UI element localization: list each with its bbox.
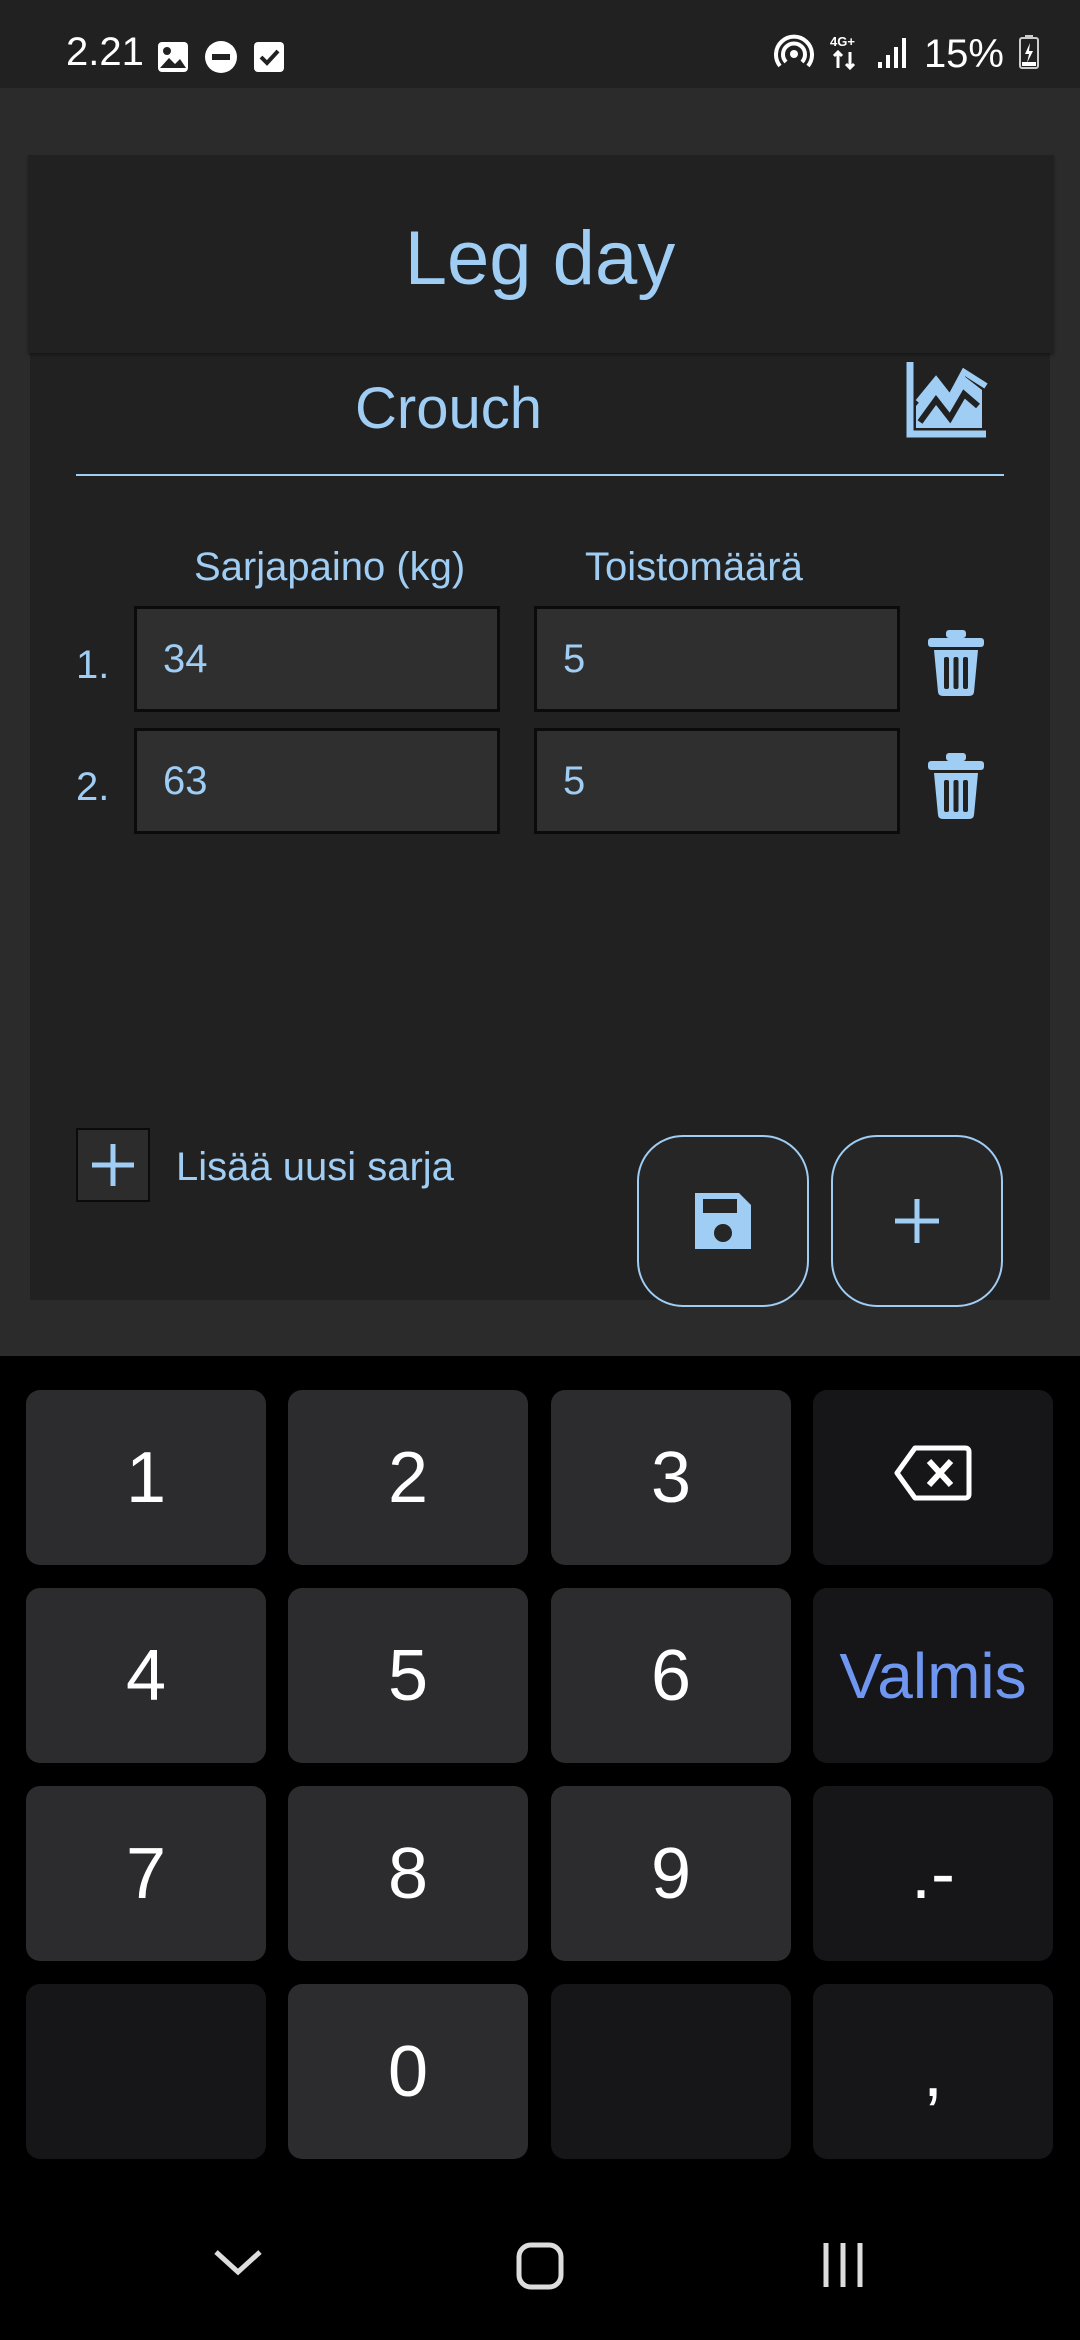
image-icon [156,40,190,79]
status-time: 2.21 [66,30,144,74]
add-set-label[interactable]: Lisää uusi sarja [176,1145,454,1190]
do-not-disturb-icon [204,40,238,79]
network-4g-plus-icon: 4G+ [828,32,862,77]
add-set-button[interactable] [76,1128,150,1202]
reps-input[interactable]: 5 [534,606,900,712]
save-icon [639,1193,807,1309]
chart-area-icon[interactable] [906,358,990,438]
trash-icon[interactable] [928,753,984,819]
navigation-bar [0,2186,1080,2340]
recents-icon[interactable] [818,2241,868,2294]
save-button[interactable] [637,1135,809,1307]
add-button[interactable] [831,1135,1003,1307]
key-8[interactable]: 8 [288,1786,528,1961]
row-index: 1. [76,643,110,687]
column-header-weight: Sarjapaino (kg) [194,545,466,589]
row-index: 2. [76,765,110,809]
battery-percent: 15% [923,32,1004,76]
done-key[interactable]: Valmis [813,1588,1053,1763]
key-blank-left [26,1984,266,2159]
plus-icon [833,1199,1001,1309]
key-1[interactable]: 1 [26,1390,266,1565]
status-bar: 2.21 4G+ 15% [0,0,1080,88]
reps-input[interactable]: 5 [534,728,900,834]
checkbox-icon [252,40,286,79]
weight-input[interactable]: 34 [134,606,500,712]
numeric-keypad: 1 2 3 4 5 6 Valmis 7 8 9 .- 0 , [0,1356,1080,2186]
key-3[interactable]: 3 [551,1390,791,1565]
exercise-name[interactable]: Crouch [76,375,821,442]
key-5[interactable]: 5 [288,1588,528,1763]
key-7[interactable]: 7 [26,1786,266,1961]
key-4[interactable]: 4 [26,1588,266,1763]
key-decimal-minus[interactable]: .- [813,1786,1053,1961]
key-comma[interactable]: , [813,1984,1053,2159]
hotspot-icon [774,32,814,77]
backspace-key[interactable] [813,1390,1053,1565]
home-icon[interactable] [515,2241,565,2296]
plus-icon [78,1144,148,1204]
key-0[interactable]: 0 [288,1984,528,2159]
backspace-icon [893,1437,973,1519]
key-2[interactable]: 2 [288,1390,528,1565]
workout-title: Leg day [404,216,676,301]
battery-charging-icon [1018,34,1040,75]
weight-input[interactable]: 63 [134,728,500,834]
trash-icon[interactable] [928,630,984,696]
svg-text:4G+: 4G+ [830,34,855,49]
screen: 2.21 4G+ 15% Leg day Crouch Sarjapaino (… [0,0,1080,2340]
exercise-underline [76,474,1004,476]
signal-icon [876,34,910,75]
back-chevron-icon[interactable] [212,2246,264,2283]
column-header-reps: Toistomäärä [585,545,803,589]
key-9[interactable]: 9 [551,1786,791,1961]
key-6[interactable]: 6 [551,1588,791,1763]
key-blank-right [551,1984,791,2159]
